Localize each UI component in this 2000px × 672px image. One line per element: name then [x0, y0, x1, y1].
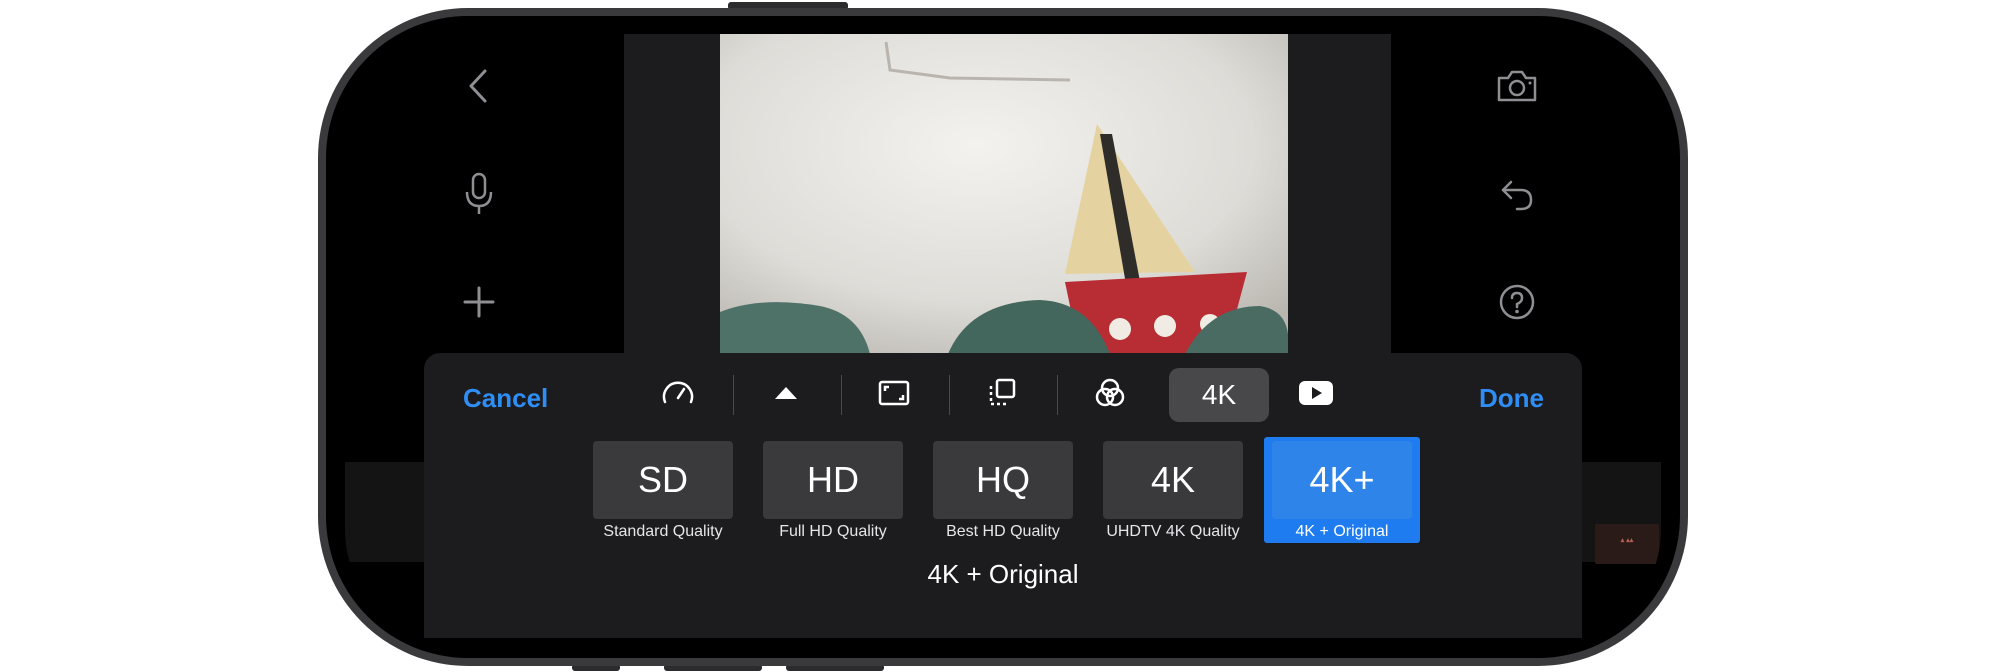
- filters-icon: [1095, 378, 1125, 413]
- undo-icon[interactable]: [1495, 172, 1539, 216]
- quality-caption-4k-plus: 4K + Original: [1295, 523, 1389, 540]
- tool-resolution-label: 4K: [1201, 379, 1237, 410]
- toolbar-divider: [949, 375, 950, 415]
- quality-option-sd[interactable]: SD: [593, 441, 733, 519]
- quality-option-4k[interactable]: 4K: [1103, 441, 1243, 519]
- tool-resolution[interactable]: 4K: [1169, 368, 1269, 422]
- microphone-icon[interactable]: [457, 172, 501, 216]
- camera-icon[interactable]: [1495, 64, 1539, 108]
- crop-icon: [988, 378, 1016, 413]
- tool-aspect[interactable]: [857, 368, 931, 422]
- tool-scroll-up[interactable]: [749, 368, 823, 422]
- tool-youtube[interactable]: [1279, 368, 1353, 422]
- quality-option-hq[interactable]: HQ: [933, 441, 1073, 519]
- help-icon[interactable]: [1495, 280, 1539, 324]
- quality-caption-hd: Full HD Quality: [779, 523, 887, 540]
- preview-frame: [720, 34, 1288, 354]
- cancel-button[interactable]: Cancel: [463, 383, 548, 414]
- back-chevron-icon[interactable]: [457, 64, 501, 108]
- quality-option-hd[interactable]: HD: [763, 441, 903, 519]
- toolbar-divider: [841, 375, 842, 415]
- tool-crop[interactable]: [965, 368, 1039, 422]
- toolbar-divider: [733, 375, 734, 415]
- tool-filters[interactable]: [1073, 368, 1147, 422]
- triangle-up-icon: [773, 385, 799, 406]
- youtube-icon: [1298, 379, 1334, 412]
- tool-speed[interactable]: [641, 368, 715, 422]
- aspect-ratio-icon: [878, 380, 910, 411]
- add-plus-icon[interactable]: [457, 280, 501, 324]
- toolbar-divider: [1057, 375, 1058, 415]
- quality-caption-4k: UHDTV 4K Quality: [1106, 523, 1240, 540]
- speedometer-icon: [661, 380, 695, 411]
- timeline-thumbnail[interactable]: ▴ ▴▴: [1595, 524, 1659, 564]
- quality-option-4k-plus[interactable]: 4K+: [1272, 441, 1412, 519]
- selected-quality-description: 4K + Original: [927, 559, 1079, 589]
- quality-caption-hq: Best HD Quality: [946, 523, 1060, 540]
- export-settings-panel: Cancel Done 4K SD Standard Quality HD Fu…: [424, 353, 1582, 638]
- done-button[interactable]: Done: [1479, 383, 1544, 414]
- quality-caption-sd: Standard Quality: [603, 523, 723, 540]
